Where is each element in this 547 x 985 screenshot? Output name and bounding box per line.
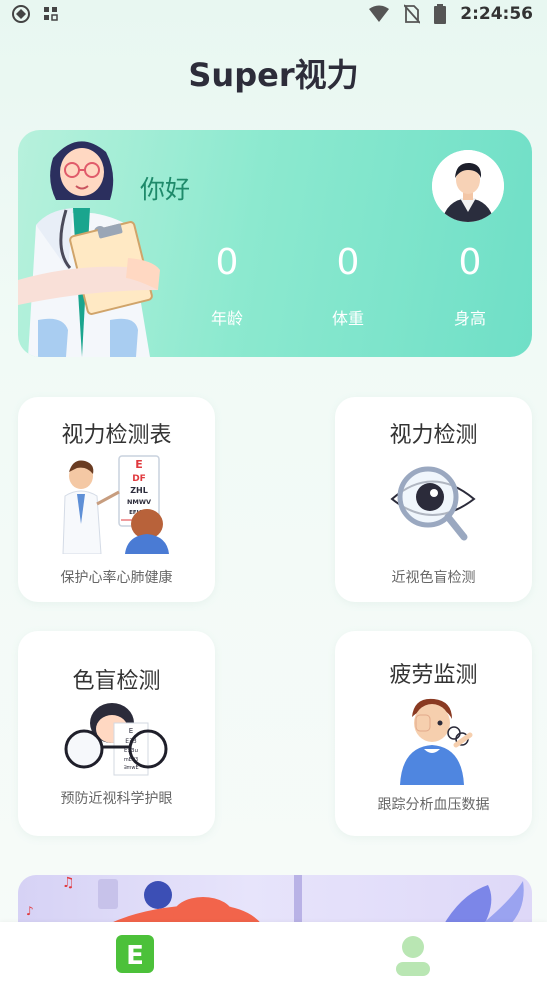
feature-title: 疲劳监测 (389, 663, 478, 688)
glasses-chart-icon: E E∃3 E∃3u mE∃3 ∃mwE (64, 703, 167, 776)
music-note-icon: ♫ (62, 875, 75, 891)
feature-title: 视力检测表 (61, 423, 172, 448)
stat-height-label: 身高 (453, 309, 486, 328)
stat-weight: 0 体重 (303, 242, 393, 329)
battery-icon (434, 4, 447, 24)
grid-icon (44, 7, 58, 21)
feature-subtitle: 跟踪分析血压数据 (377, 797, 490, 813)
tab-eye-chart-label: E (126, 941, 144, 971)
status-bar: 2:24:56 (0, 0, 547, 30)
no-sim-icon (404, 4, 421, 24)
stat-age: 0 年龄 (182, 242, 272, 329)
avatar-icon (432, 150, 504, 222)
app-icon (12, 5, 30, 23)
mini-chart-row-1: E (128, 727, 132, 735)
chart-row-2: DF (132, 474, 146, 484)
eye-magnifier-icon (389, 466, 476, 541)
stat-height: 0 身高 (425, 242, 515, 329)
eye-chart-doctor-icon: E DF ZHL NMWV EFHTA (61, 455, 169, 554)
stat-weight-label: 体重 (331, 309, 364, 328)
user-avatar[interactable] (432, 150, 504, 222)
feature-card-vision-chart[interactable]: 视力检测表 E DF ZHL NMWV EFHTA 保护心率心肺健康 (18, 397, 215, 602)
feature-subtitle: 近视色盲检测 (391, 570, 476, 586)
chart-row-1: E (135, 458, 143, 471)
user-tab-icon (396, 936, 430, 976)
mini-chart-row-5: ∃mwE (123, 765, 138, 771)
stat-weight-value: 0 (336, 242, 360, 283)
wifi-icon (369, 5, 390, 22)
tab-eye-chart[interactable]: E (115, 934, 159, 978)
tired-eye-icon (399, 698, 472, 785)
page-title: Super视力 (188, 56, 359, 94)
stat-age-label: 年龄 (210, 309, 243, 328)
bottom-nav: E (0, 922, 547, 985)
feature-card-vision-test[interactable]: 视力检测 近视色盲检测 (335, 397, 532, 602)
chart-row-3: ZHL (130, 486, 148, 495)
feature-subtitle: 预防近视科学护眼 (60, 791, 173, 807)
stat-height-value: 0 (458, 242, 482, 283)
profile-card[interactable]: 你好 0 年龄 0 体重 0 身高 (18, 130, 532, 357)
stat-age-value: 0 (215, 242, 239, 283)
e-chart-tab-icon: E (116, 935, 154, 973)
doctor-illustration (18, 141, 160, 357)
feature-title: 视力检测 (389, 423, 478, 448)
greeting-text: 你好 (140, 175, 191, 204)
feature-subtitle: 保护心率心肺健康 (60, 570, 173, 586)
feature-card-fatigue[interactable]: 疲劳监测 跟踪分析血压数据 (335, 631, 532, 836)
feature-title: 色盲检测 (72, 669, 161, 694)
status-time: 2:24:56 (460, 4, 533, 24)
chart-row-4: NMWV (126, 498, 150, 506)
tab-profile[interactable] (392, 934, 436, 978)
feature-card-color-blind[interactable]: 色盲检测 E E∃3 E∃3u mE∃3 ∃mwE 预防近视科学护眼 (18, 631, 215, 836)
music-note-icon: ♪ (26, 904, 34, 918)
